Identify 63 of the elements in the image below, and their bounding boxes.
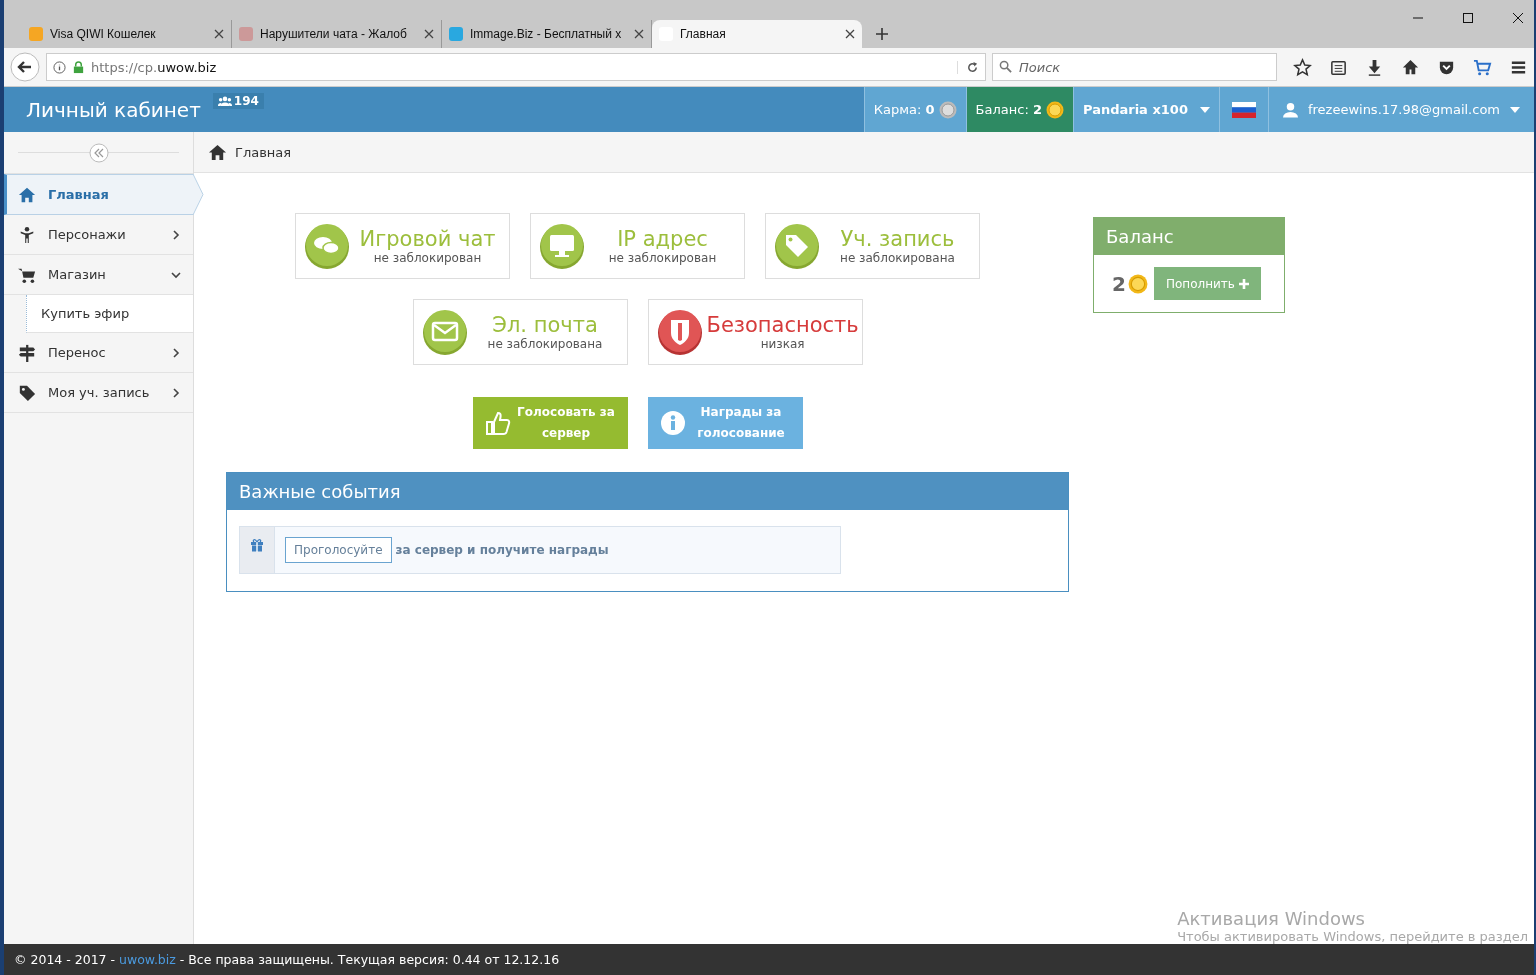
- sidebar-item[interactable]: Персонажи: [4, 215, 193, 255]
- activation-text: Чтобы активировать Windows, перейдите в раздел: [1177, 929, 1528, 944]
- lock-icon: [72, 60, 85, 74]
- browser-tab[interactable]: Главная: [652, 20, 862, 48]
- activation-title: Активация Windows: [1177, 908, 1366, 929]
- breadcrumb-item[interactable]: Главная: [235, 144, 292, 160]
- card-title: Эл. почта: [492, 313, 598, 337]
- info-icon: [659, 410, 686, 436]
- sidebar-item[interactable]: Моя уч. запись: [4, 373, 193, 413]
- reload-icon[interactable]: [957, 60, 979, 74]
- caret-icon: [1199, 106, 1210, 113]
- site-title[interactable]: Личный кабинет: [4, 97, 201, 122]
- online-count-badge: 194: [212, 93, 264, 109]
- home-icon: [18, 185, 36, 204]
- close-icon[interactable]: [845, 29, 855, 39]
- site-link[interactable]: uwow.biz: [119, 952, 176, 967]
- panel-title: Баланс: [1094, 218, 1284, 255]
- bookmark-star-icon[interactable]: [1293, 57, 1312, 77]
- card-title: Безопасность: [706, 313, 859, 337]
- balance-amount: 2: [1112, 271, 1126, 296]
- thumbs-up-icon: [484, 410, 511, 436]
- address-field[interactable]: https://cp.uwow.biz: [46, 53, 986, 81]
- card-status: не заблокирован: [373, 251, 482, 265]
- copyright-text: © 2014 - 2017 - uwow.biz - Все права защищены. Текущая версия: 0.44 от 12.12.16: [14, 952, 560, 967]
- card-status: не заблокирован: [608, 251, 717, 265]
- balance-indicator[interactable]: Баланс: 2: [965, 87, 1073, 132]
- maximize-icon[interactable]: [1462, 12, 1474, 24]
- coin-icon: [1045, 100, 1064, 119]
- sign-icon: [18, 343, 36, 362]
- home-icon: [208, 142, 227, 162]
- card-title: IP адрес: [617, 227, 708, 251]
- coin-icon: [1127, 273, 1148, 294]
- info-icon[interactable]: [53, 60, 66, 74]
- new-tab-icon[interactable]: [876, 28, 888, 40]
- search-icon: [999, 60, 1012, 73]
- collapse-sidebar-button[interactable]: [88, 142, 109, 163]
- card-title: Уч. запись: [840, 227, 955, 251]
- panel-title: Важные события: [227, 473, 1068, 510]
- vote-link-button[interactable]: Проголосуйте: [285, 537, 392, 563]
- sidebar-subitem[interactable]: Купить эфир: [26, 295, 193, 333]
- close-icon[interactable]: [634, 29, 644, 39]
- sidebar-item[interactable]: Перенос: [4, 333, 193, 373]
- home-icon[interactable]: [1401, 57, 1420, 77]
- card-status: не заблокирована: [840, 251, 955, 265]
- close-icon[interactable]: [1512, 12, 1524, 24]
- card-title: Игровой чат: [359, 227, 496, 251]
- person-icon: [18, 225, 36, 244]
- search-field[interactable]: Поиск: [992, 53, 1277, 81]
- russian-flag-icon[interactable]: [1231, 101, 1256, 118]
- caret-icon: [1510, 106, 1520, 113]
- close-icon[interactable]: [214, 29, 224, 39]
- karma-coin-icon: [938, 100, 957, 119]
- tag-icon: [18, 383, 36, 402]
- card-status: не заблокирована: [487, 337, 603, 351]
- event-text: за сервер и получите награды: [395, 543, 609, 557]
- user-icon: [1282, 101, 1298, 118]
- card-status: низкая: [760, 337, 805, 351]
- plus-icon: [1238, 278, 1249, 289]
- gift-icon: [250, 538, 264, 552]
- back-button[interactable]: [10, 52, 40, 82]
- close-icon[interactable]: [424, 29, 434, 39]
- cart-icon[interactable]: [1473, 57, 1492, 77]
- url-text: https://cp.uwow.biz: [91, 59, 218, 75]
